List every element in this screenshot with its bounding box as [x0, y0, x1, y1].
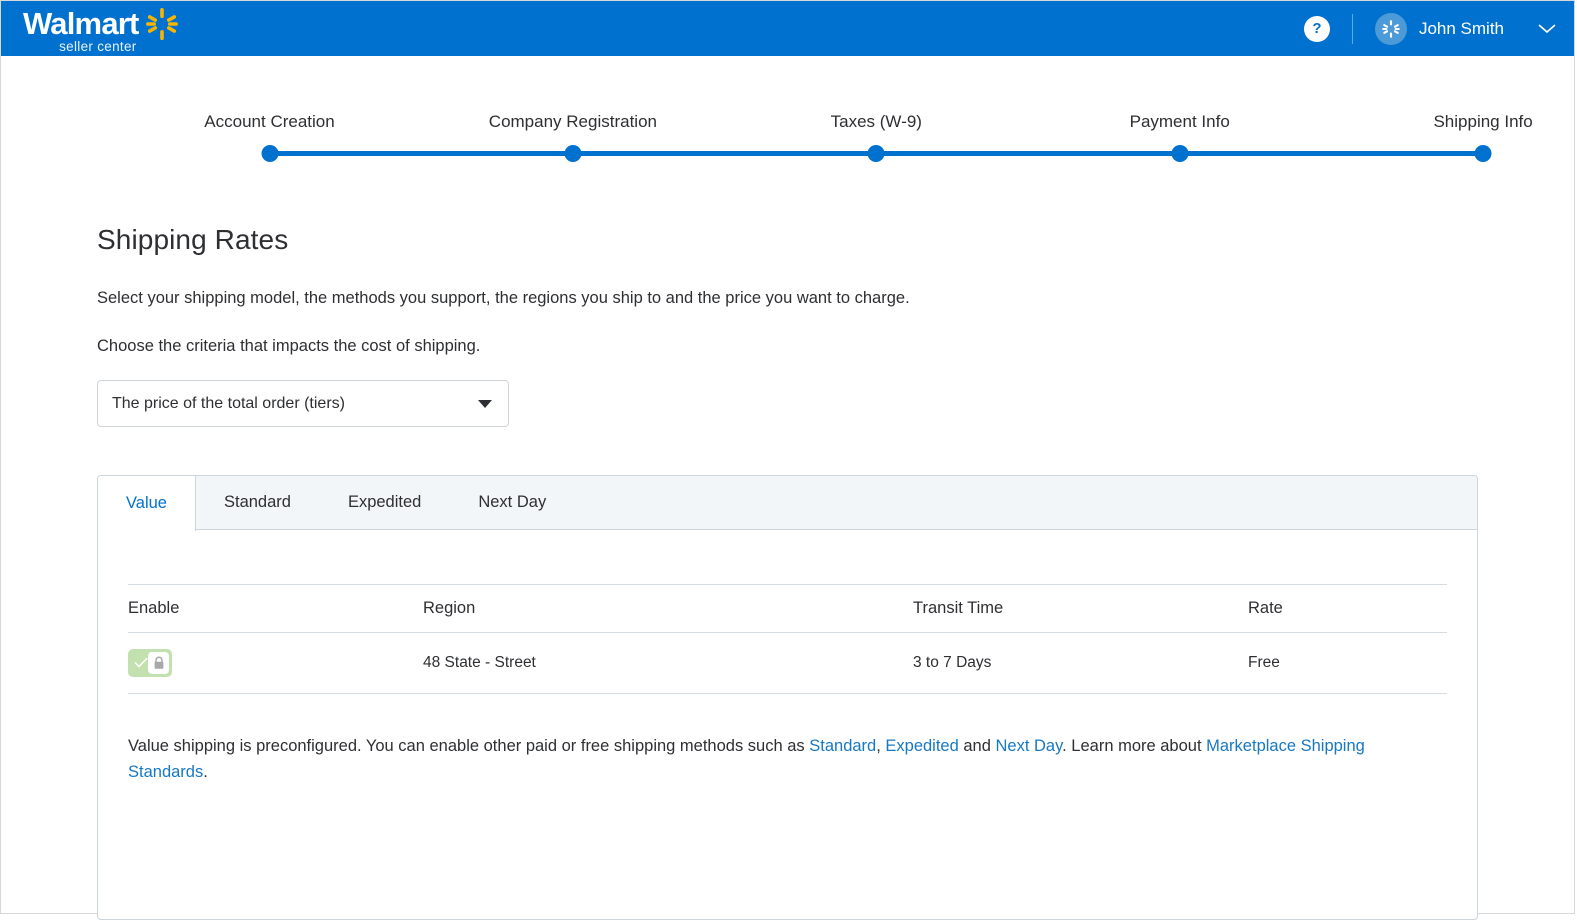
tab-expedited[interactable]: Expedited [320, 476, 450, 529]
column-header-region: Region [423, 584, 913, 633]
step-taxes-w9[interactable]: Taxes (W-9) [831, 112, 922, 132]
tab-label: Value [126, 494, 167, 512]
link-next-day[interactable]: Next Day [995, 737, 1062, 755]
step-label: Account Creation [204, 112, 335, 131]
step-label: Payment Info [1129, 112, 1230, 131]
main-content: Shipping Rates Select your shipping mode… [1, 224, 1574, 920]
step-dot-account-creation[interactable] [261, 145, 278, 162]
note-text-4: . Learn more about [1062, 737, 1207, 755]
help-icon[interactable]: ? [1303, 15, 1330, 42]
table-body: 48 State - Street 3 to 7 Days Free [128, 632, 1447, 694]
page-root: Walmart seller center ? John Smith Accou… [0, 0, 1575, 920]
top-navigation-bar: Walmart seller center ? John Smith [1, 1, 1574, 56]
shipping-methods-card: Value Standard Expedited Next Day Enable [97, 475, 1478, 920]
link-expedited[interactable]: Expedited [885, 737, 958, 755]
chevron-down-icon [478, 399, 492, 408]
column-header-enable: Enable [128, 584, 423, 633]
tab-value[interactable]: Value [98, 476, 196, 531]
note-text-5: . [203, 762, 208, 781]
brand-subtitle: seller center [59, 38, 137, 54]
column-header-transit-time: Transit Time [913, 584, 1248, 633]
cell-transit-time: 3 to 7 Days [913, 632, 1248, 694]
step-label: Shipping Info [1433, 112, 1533, 131]
chevron-down-icon[interactable] [1538, 23, 1556, 35]
table-row: 48 State - Street 3 to 7 Days Free [128, 632, 1447, 694]
lock-icon [148, 652, 169, 674]
step-shipping-info[interactable]: Shipping Info [1433, 112, 1532, 132]
column-header-rate: Rate [1248, 584, 1447, 633]
shipping-method-tabs: Value Standard Expedited Next Day [98, 476, 1477, 531]
enable-toggle-locked [128, 649, 172, 677]
tab-label: Standard [223, 493, 291, 511]
walmart-spark-icon [145, 7, 179, 46]
cell-rate: Free [1248, 632, 1447, 694]
avatar[interactable] [1374, 12, 1407, 45]
brand-text: Walmart seller center [23, 6, 139, 54]
tab-standard[interactable]: Standard [196, 476, 320, 529]
criteria-instruction: Choose the criteria that impacts the cos… [97, 337, 481, 355]
onboarding-stepper: Account Creation Company Registration Ta… [48, 112, 1533, 172]
page-description: Select your shipping model, the methods … [97, 289, 910, 307]
top-bar-actions: ? John Smith [1303, 12, 1556, 45]
top-bar-divider [1351, 13, 1353, 44]
step-dot-shipping-info[interactable] [1474, 145, 1492, 162]
step-label: Taxes (W-9) [830, 112, 922, 131]
tab-label: Next Day [478, 493, 547, 511]
link-standard[interactable]: Standard [809, 737, 876, 755]
walmart-seller-center-logo[interactable]: Walmart seller center [23, 6, 179, 54]
note-text-2: , [876, 737, 886, 755]
step-company-registration[interactable]: Company Registration [489, 112, 657, 132]
step-dot-payment-info[interactable] [1171, 145, 1189, 162]
shipping-criteria-select[interactable]: The price of the total order (tiers) [97, 380, 509, 427]
shipping-note: Value shipping is preconfigured. You can… [98, 734, 1458, 785]
cell-region: 48 State - Street [423, 632, 913, 694]
check-icon [134, 656, 148, 670]
step-payment-info[interactable]: Payment Info [1130, 112, 1230, 132]
step-account-creation[interactable]: Account Creation [204, 112, 334, 132]
page-title: Shipping Rates [97, 224, 289, 255]
step-label: Company Registration [488, 112, 657, 131]
step-dot-company-registration[interactable] [564, 145, 582, 162]
step-dot-taxes-w9[interactable] [867, 145, 885, 162]
shipping-criteria-value: The price of the total order (tiers) [112, 394, 345, 412]
tab-label: Expedited [347, 493, 422, 511]
table-header-row: Enable Region Transit Time Rate [128, 584, 1447, 633]
note-text-3: and [958, 737, 996, 755]
brand-name: Walmart [23, 5, 139, 41]
shipping-rates-table: Enable Region Transit Time Rate 48 State… [128, 584, 1447, 694]
user-name-label: John Smith [1418, 18, 1504, 38]
cell-enable [128, 632, 423, 694]
tab-next-day[interactable]: Next Day [450, 476, 575, 529]
table-head: Enable Region Transit Time Rate [128, 584, 1447, 633]
note-text-1: Value shipping is preconfigured. You can… [128, 737, 810, 755]
shipping-rates-table-wrap: Enable Region Transit Time Rate 48 State… [98, 584, 1477, 694]
